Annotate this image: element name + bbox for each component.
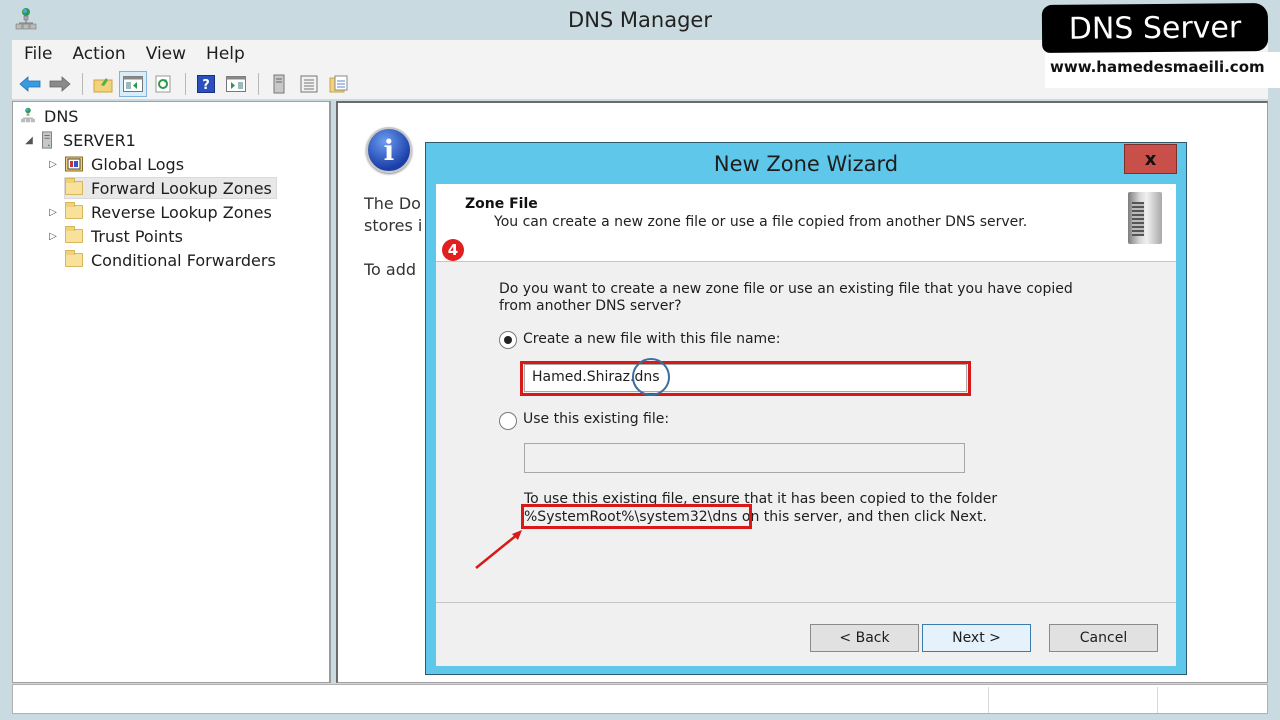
event-log-icon [65, 156, 83, 172]
question-text-line2: from another DNS server? [499, 298, 682, 314]
close-icon: x [1144, 148, 1157, 170]
cancel-button[interactable]: Cancel [1049, 624, 1158, 652]
tree-label: Conditional Forwarders [91, 250, 276, 270]
refresh-button[interactable] [149, 71, 177, 97]
tree-item-reverse-lookup-zones[interactable]: ▷ Reverse Lookup Zones [47, 201, 272, 223]
use-existing-file-radio[interactable] [499, 412, 517, 430]
question-text-line1: Do you want to create a new zone file or… [499, 281, 1073, 297]
tree-label: Trust Points [91, 226, 183, 246]
help-icon: ? [197, 74, 215, 93]
tree-label: SERVER1 [63, 130, 136, 150]
export-list-button[interactable] [325, 71, 353, 97]
use-existing-file-label[interactable]: Use this existing file: [523, 411, 669, 427]
expand-icon[interactable]: ▷ [47, 159, 59, 170]
status-bar [12, 684, 1268, 714]
menu-action[interactable]: Action [72, 44, 125, 64]
menu-file[interactable]: File [24, 44, 52, 64]
page-subtitle: You can create a new zone file or use a … [494, 214, 1028, 230]
server-button[interactable] [265, 71, 293, 97]
status-divider [988, 687, 989, 713]
status-divider [1157, 687, 1158, 713]
content-text-line3: To add [364, 260, 417, 279]
list-icon [300, 75, 318, 92]
info-icon: i [366, 127, 412, 173]
tree-label: Forward Lookup Zones [91, 178, 272, 198]
refresh-icon [155, 75, 171, 92]
tree-item-server1[interactable]: ◢ SERVER1 [23, 129, 136, 151]
tree-item-forward-lookup-zones[interactable]: Forward Lookup Zones [64, 177, 277, 199]
folder-icon [65, 250, 83, 267]
tree-item-trust-points[interactable]: ▷ Trust Points [47, 225, 183, 247]
tree-item-dns[interactable]: DNS [20, 105, 78, 127]
export-list-icon [329, 75, 348, 92]
back-button[interactable]: < Back [810, 624, 919, 652]
existing-file-input[interactable] [524, 443, 965, 473]
server-tower-icon [1128, 192, 1162, 244]
content-text-line2: stores i [364, 216, 423, 235]
dns-icon [21, 107, 35, 123]
annotation-highlight-filename [520, 361, 971, 396]
tree-item-global-logs[interactable]: ▷ Global Logs [47, 153, 184, 175]
tree-label: Global Logs [91, 154, 185, 174]
console-tree-icon [123, 75, 143, 92]
forward-button[interactable] [46, 71, 74, 97]
menu-view[interactable]: View [146, 44, 186, 64]
up-one-level-button[interactable] [89, 71, 117, 97]
show-hide-action-pane-button[interactable] [222, 71, 250, 97]
new-zone-wizard-dialog: New Zone Wizard x Zone File You can crea… [425, 142, 1187, 675]
list-button[interactable] [295, 71, 323, 97]
create-new-file-radio[interactable] [499, 331, 517, 349]
server-icon [42, 131, 52, 149]
watermark-url: www.hamedesmaeili.com [1050, 58, 1265, 76]
back-button[interactable] [16, 71, 44, 97]
menu-help[interactable]: Help [206, 44, 245, 64]
console-tree: DNS ◢ SERVER1 ▷ Global Logs Forward Look… [12, 101, 331, 683]
tree-label: DNS [44, 106, 79, 126]
page-title: Zone File [465, 196, 538, 212]
expand-icon[interactable]: ▷ [47, 207, 59, 218]
action-pane-icon [226, 75, 246, 92]
collapse-icon[interactable]: ◢ [23, 135, 35, 146]
toolbar-separator [258, 72, 259, 95]
close-button[interactable]: x [1124, 144, 1177, 174]
svg-text:?: ? [202, 78, 210, 93]
next-button[interactable]: Next > [922, 624, 1031, 652]
create-new-file-label[interactable]: Create a new file with this file name: [523, 331, 781, 347]
dialog-title: New Zone Wizard [713, 152, 899, 176]
toolbar-separator [82, 72, 83, 95]
wizard-header: Zone File You can create a new zone file… [436, 184, 1176, 262]
tree-label: Reverse Lookup Zones [91, 202, 272, 222]
annotation-arrow-icon [475, 530, 522, 569]
annotation-circle-extension [632, 358, 670, 396]
help-button[interactable]: ? [192, 71, 220, 97]
footer-divider [436, 602, 1176, 603]
back-arrow-icon [19, 75, 41, 92]
expand-icon[interactable]: ▷ [47, 231, 59, 242]
folder-icon [65, 226, 83, 243]
server-icon [273, 74, 285, 93]
forward-arrow-icon [49, 75, 71, 92]
step-number-badge: 4 [442, 239, 464, 261]
folder-icon [65, 202, 83, 219]
folder-icon [65, 178, 83, 195]
up-folder-icon [93, 77, 113, 92]
annotation-highlight-path [521, 504, 752, 529]
dialog-body: Zone File You can create a new zone file… [436, 184, 1176, 666]
show-hide-console-tree-button[interactable] [119, 70, 147, 97]
watermark-title: DNS Server [1041, 3, 1269, 53]
content-text-line1: The Do [364, 194, 421, 213]
note-text-rest: on this server, and then click Next. [737, 509, 987, 525]
tree-item-conditional-forwarders[interactable]: Conditional Forwarders [65, 249, 276, 271]
toolbar-separator [185, 72, 186, 95]
